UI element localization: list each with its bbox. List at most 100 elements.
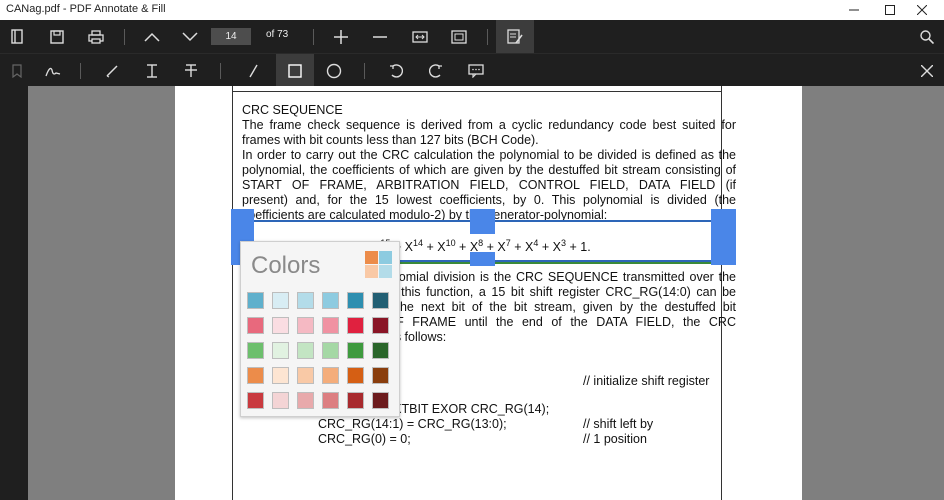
close-icon (917, 5, 927, 15)
search-icon (920, 29, 934, 44)
colors-popup: Colors (240, 241, 400, 417)
color-swatch[interactable] (322, 367, 339, 384)
color-swatch[interactable] (372, 367, 389, 384)
colors-title: Colors (251, 252, 321, 279)
close-annotation-toolbar-button[interactable] (910, 54, 944, 87)
color-swatch[interactable] (322, 392, 339, 409)
color-swatch[interactable] (297, 317, 314, 334)
resize-handle-bottom[interactable] (470, 252, 495, 266)
color-swatch[interactable] (297, 342, 314, 359)
code-comment: // initialize shift register (583, 374, 710, 388)
comment-tool-button[interactable] (459, 54, 493, 87)
bookmark-icon (12, 63, 22, 78)
annotation-toolbar (0, 53, 944, 87)
color-swatch[interactable] (247, 292, 264, 309)
annotate-toggle-button[interactable] (496, 20, 534, 53)
color-swatch[interactable] (272, 367, 289, 384)
page-number-input[interactable]: 14 (211, 28, 251, 45)
undo-button[interactable] (379, 54, 413, 87)
fit-page-button[interactable] (442, 20, 476, 53)
text-tool-button[interactable] (135, 54, 169, 87)
color-swatch[interactable] (347, 367, 364, 384)
fit-width-icon (412, 30, 428, 43)
code-comment: // 1 position (583, 432, 647, 446)
left-panel (0, 86, 28, 500)
color-swatch[interactable] (272, 342, 289, 359)
pen-tool-button[interactable] (95, 54, 129, 87)
line-tool-button[interactable] (237, 54, 271, 87)
color-swatch[interactable] (247, 317, 264, 334)
doc-line: polynomial, the coefficients of which ar… (242, 163, 736, 177)
color-swatch[interactable] (322, 342, 339, 359)
rectangle-tool-button[interactable] (276, 54, 314, 87)
line-icon (249, 64, 258, 77)
sidebar-toggle-button[interactable] (0, 20, 34, 53)
close-window-button[interactable] (902, 0, 942, 20)
strikethrough-tool-button[interactable] (174, 54, 208, 87)
circle-icon (326, 63, 342, 78)
fit-width-button[interactable] (403, 20, 437, 53)
separator (124, 29, 125, 45)
doc-line: present) and, for the 15 lowest coeffici… (242, 193, 736, 207)
color-swatch[interactable] (247, 342, 264, 359)
undo-icon (390, 63, 403, 78)
resize-handle-top[interactable] (470, 209, 495, 234)
search-button[interactable] (910, 20, 944, 53)
color-swatch[interactable] (347, 292, 364, 309)
signature-icon (45, 67, 61, 76)
color-swatch[interactable] (372, 317, 389, 334)
color-swatch[interactable] (347, 317, 364, 334)
color-swatch[interactable] (272, 317, 289, 334)
color-swatch[interactable] (322, 292, 339, 309)
color-swatch[interactable] (297, 367, 314, 384)
color-swatch[interactable] (247, 367, 264, 384)
title-bar: CANag.pdf - PDF Annotate & Fill (0, 0, 944, 20)
color-swatch[interactable] (247, 392, 264, 409)
separator (313, 29, 314, 45)
color-swatch[interactable] (372, 292, 389, 309)
page-count-label: of 73 (266, 29, 289, 40)
resize-handle-right[interactable] (711, 209, 736, 265)
next-page-button[interactable] (173, 20, 207, 53)
ellipse-tool-button[interactable] (317, 54, 351, 87)
separator (220, 63, 221, 79)
text-cursor-icon (147, 63, 157, 78)
minimize-icon (849, 9, 859, 11)
fit-page-icon (451, 29, 467, 44)
main-toolbar: 14 of 73 (0, 20, 944, 53)
plus-icon (334, 29, 348, 44)
save-icon (50, 29, 64, 44)
zoom-in-button[interactable] (324, 20, 358, 53)
color-swatch[interactable] (347, 342, 364, 359)
signature-tool-button[interactable] (36, 54, 70, 87)
code-line: CRC_RG(0) = 0; (318, 432, 411, 446)
annotate-icon (507, 28, 523, 44)
color-swatch[interactable] (372, 392, 389, 409)
separator (364, 63, 365, 79)
bookmark-button[interactable] (0, 54, 34, 87)
code-line: CRC_RG(14:1) = CRC_RG(13:0); (318, 417, 507, 431)
color-swatch[interactable] (347, 392, 364, 409)
comment-icon (468, 63, 484, 78)
color-swatch[interactable] (372, 342, 389, 359)
save-button[interactable] (40, 20, 74, 53)
strikethrough-icon (185, 63, 197, 77)
redo-button[interactable] (419, 54, 453, 87)
print-button[interactable] (79, 20, 113, 53)
rectangle-icon (288, 63, 302, 78)
maximize-icon (885, 5, 895, 15)
chevron-up-icon (144, 32, 160, 42)
color-swatch[interactable] (297, 292, 314, 309)
doc-line: The frame check sequence is derived from… (242, 118, 736, 132)
zoom-out-button[interactable] (363, 20, 397, 53)
doc-line: frames with bit counts less than 127 bit… (242, 133, 539, 147)
pen-icon (106, 64, 118, 77)
previous-page-button[interactable] (135, 20, 169, 53)
minimize-button[interactable] (834, 0, 874, 20)
color-swatch[interactable] (272, 292, 289, 309)
color-swatch[interactable] (322, 317, 339, 334)
color-swatch[interactable] (272, 392, 289, 409)
chevron-down-icon (182, 31, 198, 41)
color-swatch[interactable] (297, 392, 314, 409)
palette-icon[interactable] (365, 251, 393, 279)
